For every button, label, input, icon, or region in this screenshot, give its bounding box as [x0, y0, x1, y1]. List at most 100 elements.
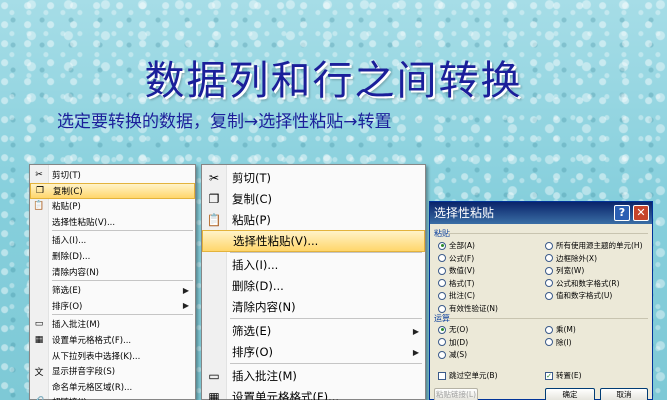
menu-item[interactable]: 从下拉列表中选择(K)... [30, 348, 195, 364]
radio-option[interactable]: 格式(T) [438, 278, 474, 289]
scissors-icon: ✂ [208, 171, 220, 185]
menu-item[interactable]: 排序(O) ▶ [30, 298, 195, 314]
menu-item-label: 删除(D)... [232, 279, 284, 293]
group-divider [448, 233, 648, 234]
menu-item[interactable]: 命名单元格区域(R)... [30, 379, 195, 395]
menu-item[interactable]: 筛选(E) ▶ [30, 282, 195, 298]
menu-item-label: 剪切(T) [232, 171, 271, 185]
skip-blanks-checkbox[interactable]: 跳过空单元(B) [438, 370, 498, 381]
menu-item[interactable]: ❐ 复制(C) [30, 182, 195, 199]
context-menu-small: ✂ 剪切(T) ❐ 复制(C) 📋 粘贴(P) 选择性粘贴(V)... 插入(I)... 删除(… [29, 164, 196, 400]
menu-separator [230, 363, 422, 364]
cancel-button[interactable]: 取消 [600, 388, 648, 400]
menu-item[interactable]: 筛选(E) ▶ [202, 320, 425, 342]
menu-item[interactable]: 选择性粘贴(V)... [202, 230, 425, 252]
menu-item[interactable]: ❐ 复制(C) [202, 188, 425, 210]
menu-item-label: 插入(I)... [232, 258, 279, 272]
paste-special-dialog: 选择性粘贴 ? ✕ 粘贴 全部(A) 公式(F) 数值(V) 格式(T) 批注(C) 有效… [429, 201, 653, 400]
menu-item[interactable]: ▦ 设置单元格格式(F)... [30, 332, 195, 348]
group-divider [448, 318, 648, 319]
format-cells-icon: ▦ [208, 390, 220, 400]
menu-item[interactable]: ✂ 剪切(T) [202, 167, 425, 189]
close-button[interactable]: ✕ [633, 205, 649, 221]
radio-option[interactable]: 减(S) [438, 349, 467, 360]
radio-button [438, 241, 446, 250]
menu-item-label: 选择性粘贴(V)... [233, 234, 319, 248]
paste-icon: 📋 [206, 213, 222, 227]
menu-item-label: 筛选(E) [232, 324, 272, 338]
menu-item[interactable]: 文显示拼音字段(S) [30, 363, 195, 379]
radio-option[interactable]: 除(I) [545, 337, 572, 348]
menu-item[interactable]: 📋 粘贴(P) [30, 198, 195, 214]
menu-item-label: 命名单元格区域(R)... [52, 382, 133, 393]
submenu-arrow-icon: ▶ [182, 285, 189, 295]
radio-option[interactable]: 数值(V) [438, 265, 475, 276]
comment-icon: ▭ [34, 319, 44, 330]
menu-item[interactable]: ▦ 设置单元格格式(F)... [202, 386, 425, 400]
menu-item-label: 排序(O) [232, 345, 274, 359]
menu-separator [230, 252, 422, 253]
menu-item[interactable]: 删除(D)... [202, 275, 425, 297]
radio-option[interactable]: 批注(C) [438, 290, 475, 301]
paste-icon: 📋 [33, 201, 45, 212]
radio-option[interactable]: 所有使用源主题的单元(H) [545, 240, 643, 251]
menu-item[interactable]: 清除内容(N) [30, 264, 195, 280]
menu-item[interactable]: 清除内容(N) [202, 296, 425, 318]
radio-option[interactable]: 值和数字格式(U) [545, 290, 612, 301]
menu-item[interactable]: 插入(I)... [30, 232, 195, 248]
menu-item-label: 超链接(I)... [52, 396, 95, 400]
menu-item[interactable]: 插入(I)... [202, 254, 425, 276]
radio-button [438, 279, 446, 288]
checkbox-box: ✓ [545, 371, 553, 380]
menu-item[interactable]: 选择性粘贴(V)... [30, 214, 195, 230]
radio-option[interactable]: 列宽(W) [545, 265, 584, 276]
paste-link-button[interactable]: 粘贴链接(L) [434, 388, 478, 400]
radio-option[interactable]: 边框除外(X) [545, 253, 597, 264]
radio-option[interactable]: 无(O) [438, 324, 468, 335]
menu-item-label: 插入(I)... [52, 236, 87, 247]
radio-button [438, 338, 446, 347]
submenu-arrow-icon: ▶ [182, 301, 189, 311]
menu-item[interactable]: 🔗 超链接(I)... [30, 394, 195, 400]
format-cells-icon: ▦ [34, 335, 44, 345]
menu-item-label: 复制(C) [232, 192, 273, 206]
menu-item-label: 选择性粘贴(V)... [52, 217, 116, 228]
radio-option[interactable]: 乘(M) [545, 324, 576, 335]
radio-option[interactable]: 公式和数字格式(R) [545, 278, 620, 289]
menu-item-label: 插入批注(M) [232, 369, 297, 383]
radio-option[interactable]: 公式(F) [438, 253, 474, 264]
scissors-icon: ✂ [35, 170, 43, 180]
help-button[interactable]: ? [614, 205, 630, 221]
menu-item[interactable]: 📋 粘贴(P) [202, 209, 425, 231]
radio-button [438, 266, 446, 275]
menu-item[interactable]: ▭ 插入批注(M) [30, 316, 195, 332]
radio-button [545, 266, 553, 275]
menu-item-label: 筛选(E) [52, 286, 82, 297]
submenu-arrow-icon: ▶ [412, 347, 419, 357]
copy-icon: ❐ [35, 185, 45, 196]
menu-item-label: 粘贴(P) [232, 213, 271, 227]
slide-subtitle: 选定要转换的数据，复制→选择性粘贴→转置 [57, 112, 392, 132]
radio-option[interactable]: 加(D) [438, 337, 468, 348]
menu-separator [52, 230, 193, 232]
menu-item-label: 清除内容(N) [52, 267, 99, 278]
menu-item-label: 设置单元格格式(F)... [52, 336, 132, 346]
copy-icon: ❐ [208, 192, 220, 206]
radio-button [438, 304, 446, 313]
radio-button [545, 254, 553, 263]
radio-option[interactable]: 全部(A) [438, 240, 475, 251]
comment-icon: ▭ [208, 369, 220, 383]
radio-button [545, 241, 553, 250]
menu-item[interactable]: ✂ 剪切(T) [30, 167, 195, 183]
radio-button [545, 325, 553, 334]
menu-item[interactable]: 删除(D)... [30, 248, 195, 264]
transpose-checkbox[interactable]: ✓ 转置(E) [545, 370, 582, 381]
submenu-arrow-icon: ▶ [412, 326, 419, 336]
ok-button[interactable]: 确定 [545, 388, 595, 400]
menu-item[interactable]: 排序(O) ▶ [202, 341, 425, 363]
menu-item-label: 删除(D)... [52, 252, 91, 262]
menu-item[interactable]: ▭ 插入批注(M) [202, 365, 425, 387]
radio-button [545, 279, 553, 288]
menu-item-label: 排序(O) [52, 301, 83, 312]
menu-item-label: 显示拼音字段(S) [52, 367, 116, 378]
